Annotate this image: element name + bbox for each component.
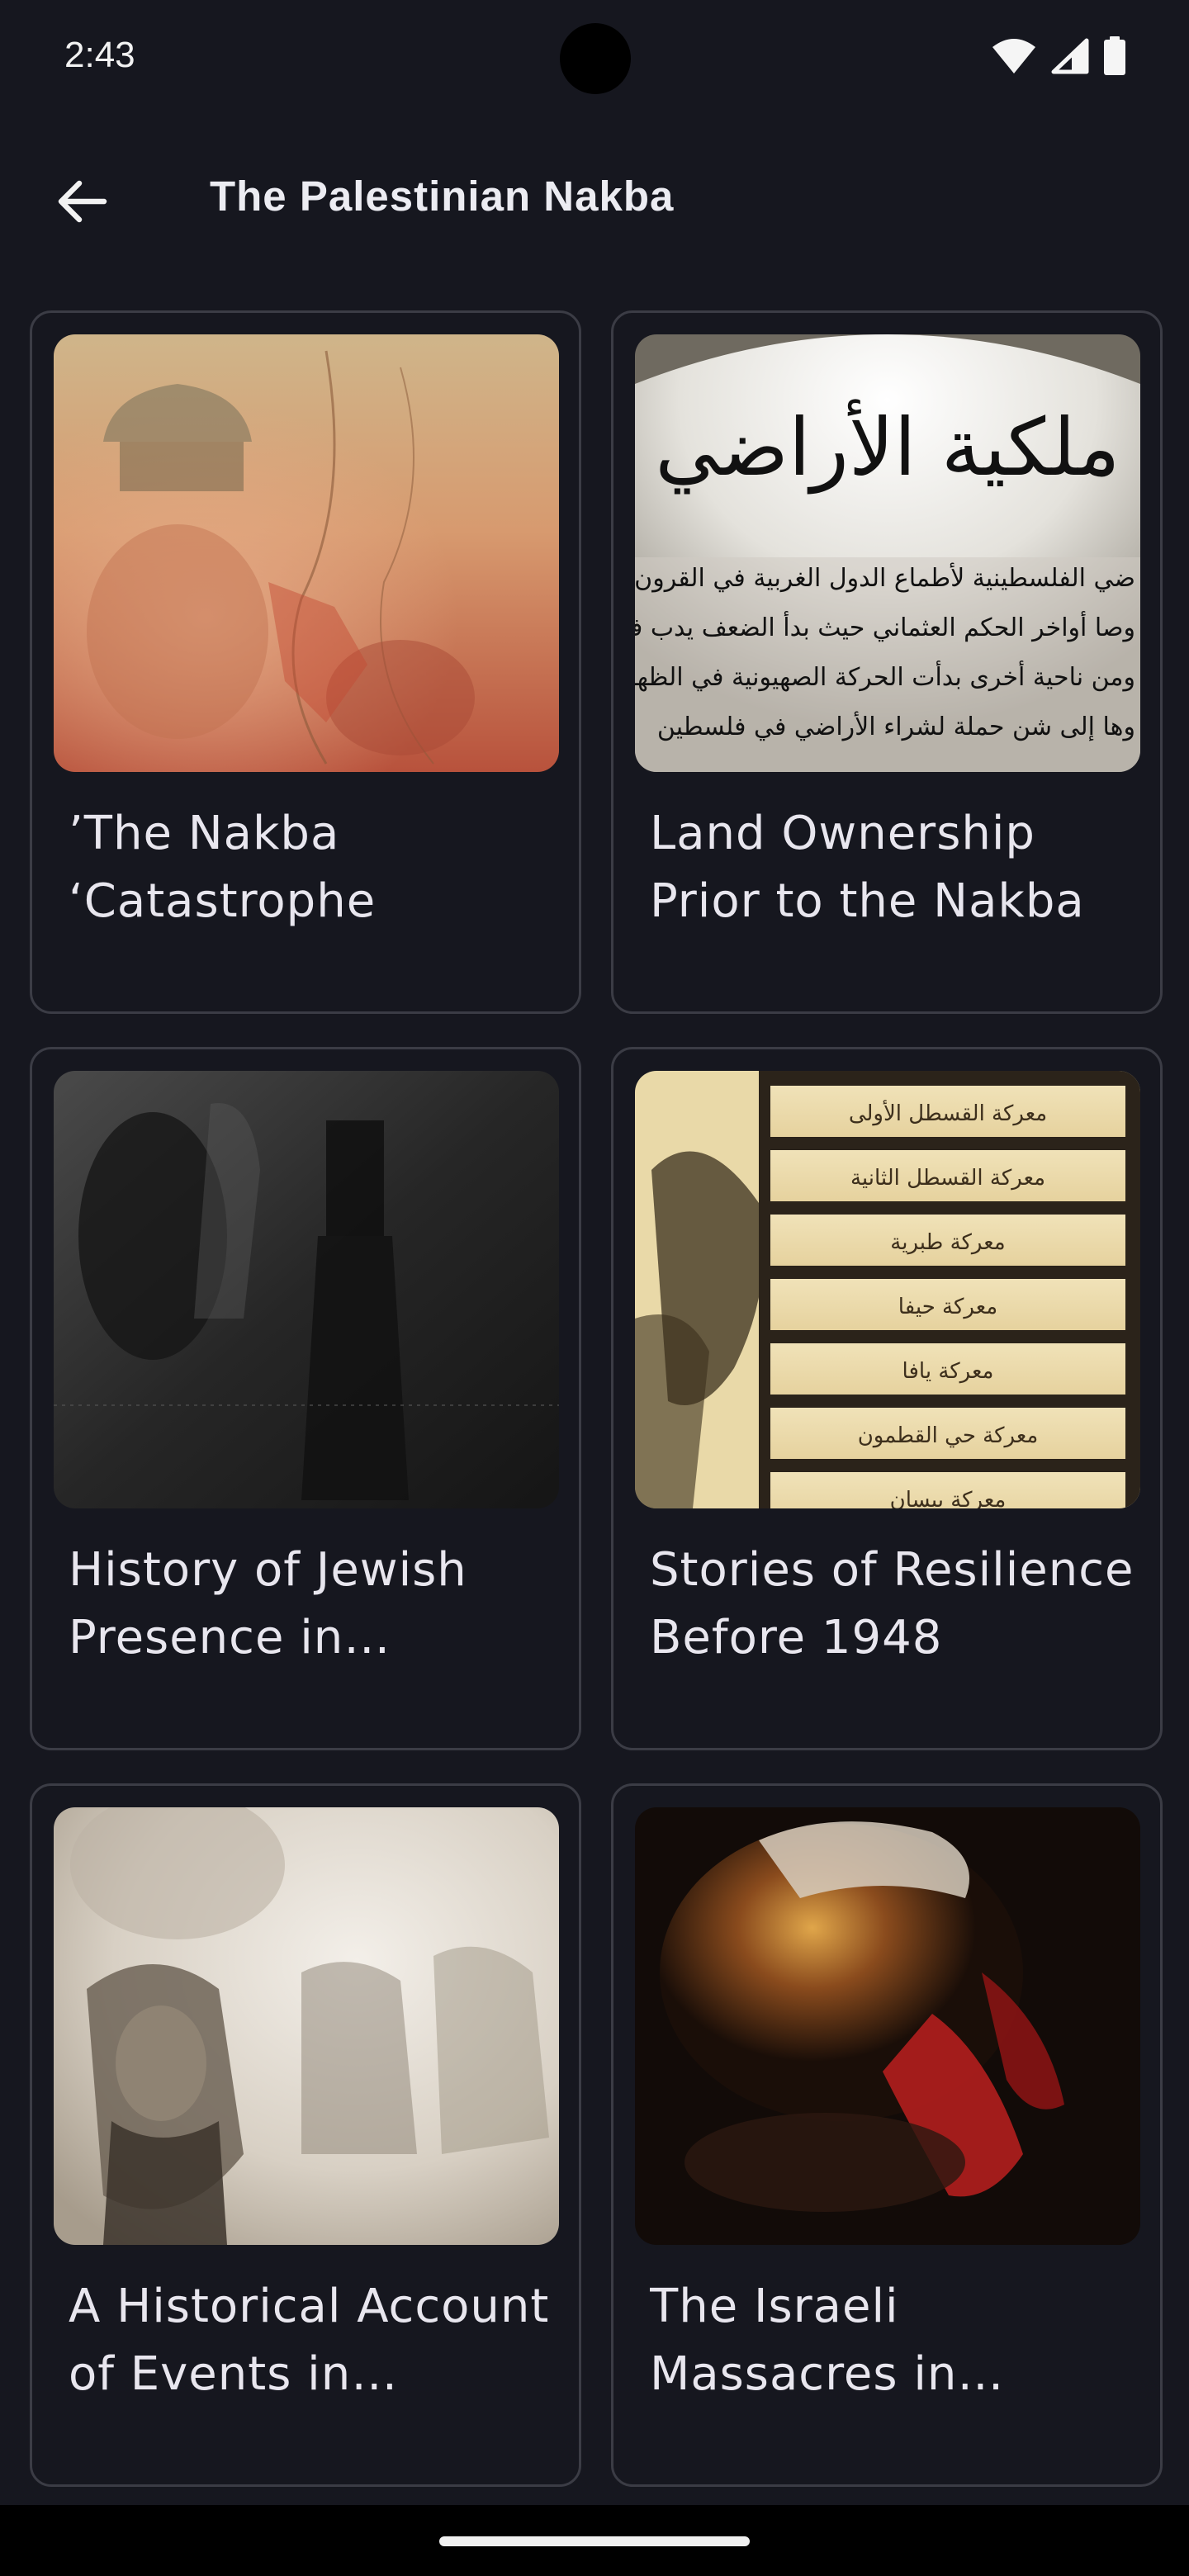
battle-label: معركة حيفا — [898, 1295, 997, 1319]
battle-label: معركة القسطل الأولى — [849, 1099, 1047, 1126]
arrow-left-icon — [58, 180, 107, 223]
card-title: The Israeli Massacres in Palestine — [650, 2280, 958, 2401]
wifi-icon — [992, 39, 1035, 73]
topic-card[interactable]: History of Jewish Presence in Palestine — [30, 1047, 581, 1750]
card-image — [54, 334, 559, 772]
battle-label: معركة بيسان — [890, 1488, 1007, 1508]
status-bar: 2:43 — [0, 0, 1189, 119]
poster-line: وها إلى شن حملة لشراء الأراضي في فلسطين — [657, 710, 1135, 741]
home-indicator[interactable] — [439, 2536, 750, 2546]
system-navigation-bar — [0, 2505, 1189, 2576]
card-image: معركة القسطل الأولى معركة القسطل الثانية… — [635, 1071, 1140, 1508]
status-time: 2:43 — [64, 35, 135, 75]
topic-card[interactable]: The Israeli Massacres in Palestine — [611, 1783, 1163, 2487]
battle-label: معركة يافا — [902, 1359, 994, 1384]
poster-line: ومن ناحية أخرى بدأت الحركة الصهيونية في … — [635, 660, 1135, 692]
card-title: ’The Nakba ‘Catastrophe — [69, 807, 377, 928]
cellular-signal-icon — [1051, 38, 1089, 74]
topic-card[interactable]: A Historical Account of Events in Palest… — [30, 1783, 581, 2487]
card-image: ملكية الأراضي ضي الفلسطينية لأطماع الدول… — [635, 334, 1140, 772]
card-title: Land Ownership Prior to the Nakba — [650, 807, 1085, 928]
topics-grid: ’The Nakba ‘Catastrophe ملكية الأراضي ضي… — [30, 310, 1163, 2487]
topic-card[interactable]: ’The Nakba ‘Catastrophe — [30, 310, 581, 1014]
status-icons — [991, 36, 1126, 76]
app-bar: The Palestinian Nakba — [0, 145, 1189, 254]
page-title: The Palestinian Nakba — [210, 173, 675, 220]
card-title: History of Jewish Presence in Palestine — [69, 1543, 467, 1664]
card-image — [635, 1807, 1140, 2245]
poster-heading: ملكية الأراضي — [655, 399, 1120, 495]
topic-card[interactable]: ملكية الأراضي ضي الفلسطينية لأطماع الدول… — [611, 310, 1163, 1014]
card-title: Stories of Resilience Before 1948 — [650, 1543, 1135, 1664]
battle-label: معركة القسطل الثانية — [850, 1166, 1045, 1191]
back-button[interactable] — [48, 168, 114, 234]
battle-label: معركة حي القطمون — [858, 1423, 1039, 1448]
topic-card[interactable]: معركة القسطل الأولى معركة القسطل الثانية… — [611, 1047, 1163, 1750]
poster-line: وصا أواخر الحكم العثماني حيث بدأ الضعف ي… — [635, 610, 1135, 642]
battle-label: معركة طبرية — [890, 1230, 1005, 1255]
card-image — [54, 1807, 559, 2245]
battery-icon — [1104, 36, 1125, 75]
card-title: A Historical Account of Events in Palest… — [69, 2280, 550, 2401]
camera-cutout — [560, 23, 631, 94]
card-image — [54, 1071, 559, 1508]
poster-line: ضي الفلسطينية لأطماع الدول الغربية في ال… — [635, 561, 1135, 593]
